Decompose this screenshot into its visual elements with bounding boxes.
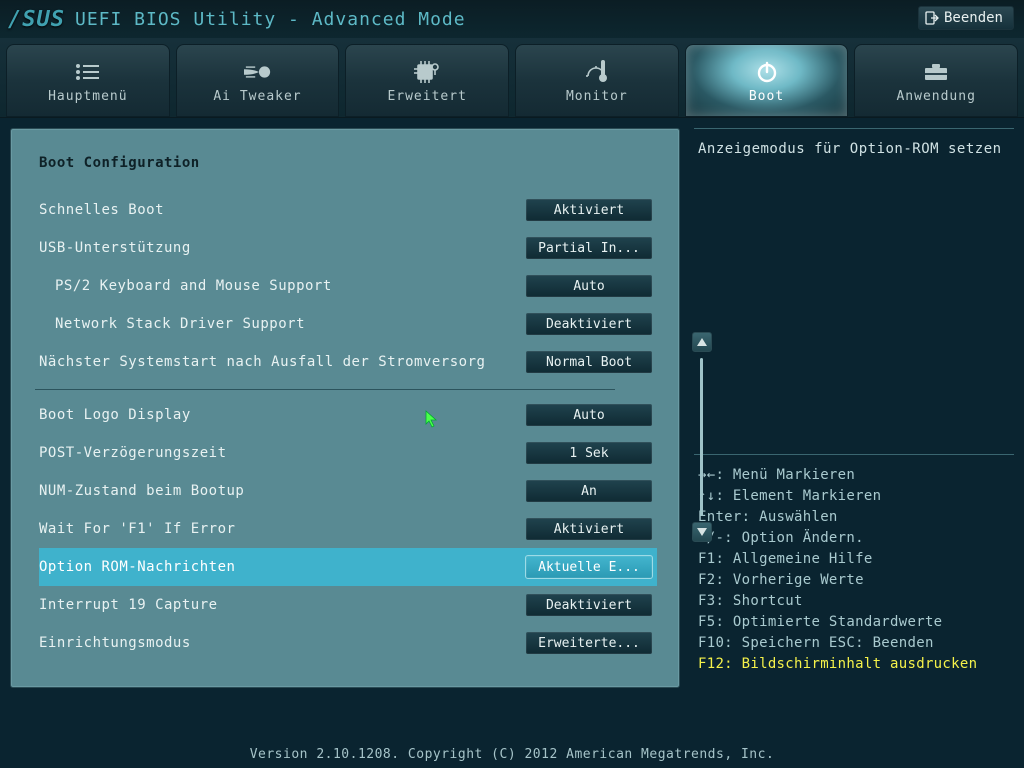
setting-label: PS/2 Keyboard and Mouse Support <box>39 278 525 294</box>
setting-label: Interrupt 19 Capture <box>39 597 525 613</box>
setting-value[interactable]: Aktuelle E... <box>525 555 653 579</box>
setting-row-boot-logo[interactable]: Boot Logo Display Auto <box>39 396 657 434</box>
title-bar: /SUS UEFI BIOS Utility - Advanced Mode B… <box>0 0 1024 38</box>
setting-row-network-stack[interactable]: Network Stack Driver Support Deaktiviert <box>39 305 657 343</box>
setting-label: Boot Logo Display <box>39 407 525 423</box>
scroll-up-button[interactable] <box>692 332 712 352</box>
setting-row-option-rom-messages[interactable]: Option ROM-Nachrichten Aktuelle E... <box>39 548 657 586</box>
setting-value[interactable]: Deaktiviert <box>525 593 653 617</box>
setting-row-int19-capture[interactable]: Interrupt 19 Capture Deaktiviert <box>39 586 657 624</box>
help-key-line-highlight: F12: Bildschirminhalt ausdrucken <box>698 654 1010 675</box>
hamburger-icon <box>74 61 102 83</box>
tab-label: Monitor <box>566 89 628 104</box>
setting-value[interactable]: 1 Sek <box>525 441 653 465</box>
chip-icon <box>413 61 441 83</box>
setting-value[interactable]: Aktiviert <box>525 517 653 541</box>
settings-panel: Boot Configuration Schnelles Boot Aktivi… <box>10 128 680 688</box>
help-key-line: +/-: Option Ändern. <box>698 528 1010 549</box>
setting-row-numlock-state[interactable]: NUM-Zustand beim Bootup An <box>39 472 657 510</box>
tab-ai-tweaker[interactable]: Ai Tweaker <box>176 44 340 117</box>
exit-label: Beenden <box>944 10 1003 26</box>
exit-icon <box>925 11 939 25</box>
setting-row-ps2-support[interactable]: PS/2 Keyboard and Mouse Support Auto <box>39 267 657 305</box>
help-key-line: →←: Menü Markieren <box>698 465 1010 486</box>
tab-boot[interactable]: Boot <box>685 44 849 117</box>
setting-value[interactable]: Auto <box>525 274 653 298</box>
setting-value[interactable]: Deaktiviert <box>525 312 653 336</box>
setting-value[interactable]: Auto <box>525 403 653 427</box>
setting-row-usb-support[interactable]: USB-Unterstützung Partial In... <box>39 229 657 267</box>
divider <box>35 389 615 390</box>
brand-logo: /SUS <box>8 7 65 32</box>
power-icon <box>753 61 781 83</box>
setting-label: NUM-Zustand beim Bootup <box>39 483 525 499</box>
tab-label: Ai Tweaker <box>213 89 301 104</box>
setting-row-fast-boot[interactable]: Schnelles Boot Aktiviert <box>39 191 657 229</box>
app-title: UEFI BIOS Utility - Advanced Mode <box>75 9 466 30</box>
tab-tool[interactable]: Anwendung <box>854 44 1018 117</box>
setting-value[interactable]: Normal Boot <box>525 350 653 374</box>
help-shortcuts: →←: Menü Markieren ↑↓: Element Markieren… <box>694 454 1014 675</box>
help-key-line: Enter: Auswählen <box>698 507 1010 528</box>
setting-value[interactable]: Erweiterte... <box>525 631 653 655</box>
toolbox-icon <box>922 61 950 83</box>
exit-button[interactable]: Beenden <box>918 6 1014 30</box>
help-key-line: ↑↓: Element Markieren <box>698 486 1010 507</box>
help-key-line: F5: Optimierte Standardwerte <box>698 612 1010 633</box>
setting-label: Nächster Systemstart nach Ausfall der St… <box>39 354 525 370</box>
tab-main[interactable]: Hauptmenü <box>6 44 170 117</box>
main-area: Boot Configuration Schnelles Boot Aktivi… <box>0 118 1024 722</box>
setting-value[interactable]: Partial In... <box>525 236 653 260</box>
tab-label: Boot <box>749 89 784 104</box>
tab-bar: Hauptmenü Ai Tweaker Erweitert Monitor B… <box>0 38 1024 118</box>
tab-label: Erweitert <box>387 89 466 104</box>
help-key-line: F1: Allgemeine Hilfe <box>698 549 1010 570</box>
setting-label: Einrichtungsmodus <box>39 635 525 651</box>
tab-monitor[interactable]: Monitor <box>515 44 679 117</box>
footer-copyright: Version 2.10.1208. Copyright (C) 2012 Am… <box>0 747 1024 762</box>
help-key-line: F3: Shortcut <box>698 591 1010 612</box>
thermometer-icon <box>583 61 611 83</box>
tab-label: Hauptmenü <box>48 89 127 104</box>
setting-value[interactable]: An <box>525 479 653 503</box>
setting-label: Network Stack Driver Support <box>39 316 525 332</box>
setting-label: POST-Verzögerungszeit <box>39 445 525 461</box>
section-title: Boot Configuration <box>39 155 657 171</box>
setting-value[interactable]: Aktiviert <box>525 198 653 222</box>
setting-label: USB-Unterstützung <box>39 240 525 256</box>
help-key-line: F10: Speichern ESC: Beenden <box>698 633 1010 654</box>
scroll-down-button[interactable] <box>692 522 712 542</box>
tab-label: Anwendung <box>896 89 975 104</box>
setting-row-post-delay[interactable]: POST-Verzögerungszeit 1 Sek <box>39 434 657 472</box>
help-description: Anzeigemodus für Option-ROM setzen <box>694 128 1014 446</box>
setting-row-setup-mode[interactable]: Einrichtungsmodus Erweiterte... <box>39 624 657 662</box>
setting-label: Wait For 'F1' If Error <box>39 521 525 537</box>
scroll-track[interactable] <box>700 358 703 516</box>
tab-advanced[interactable]: Erweitert <box>345 44 509 117</box>
setting-row-wait-f1[interactable]: Wait For 'F1' If Error Aktiviert <box>39 510 657 548</box>
setting-label: Option ROM-Nachrichten <box>39 559 525 575</box>
setting-row-next-boot-after-power-fail[interactable]: Nächster Systemstart nach Ausfall der St… <box>39 343 657 381</box>
setting-label: Schnelles Boot <box>39 202 525 218</box>
help-key-line: F2: Vorherige Werte <box>698 570 1010 591</box>
help-pane: Anzeigemodus für Option-ROM setzen →←: M… <box>694 128 1014 722</box>
comet-icon <box>244 61 272 83</box>
